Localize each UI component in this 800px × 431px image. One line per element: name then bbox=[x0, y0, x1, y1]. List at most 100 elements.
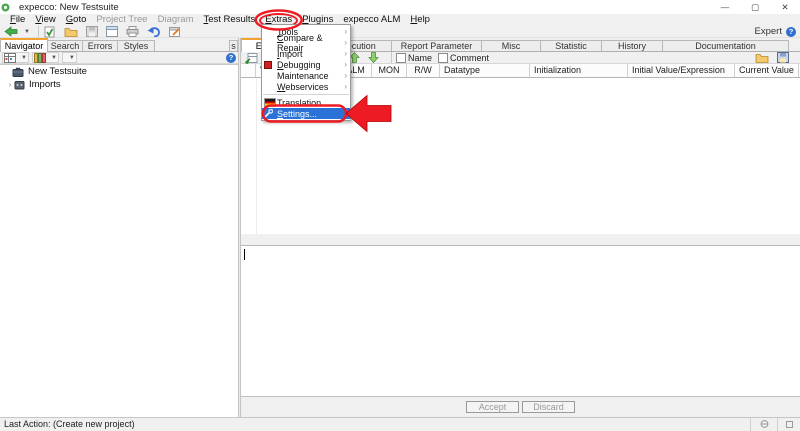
menu-bar: FileViewGotoProject TreeDiagramTest Resu… bbox=[0, 14, 800, 26]
submenu-arrow-icon: › bbox=[344, 82, 347, 91]
close-button[interactable]: ✕ bbox=[770, 0, 800, 14]
back-arrow-icon bbox=[4, 26, 19, 37]
tab-statistic[interactable]: Statistic bbox=[540, 40, 602, 51]
menu-item-label: Import bbox=[277, 49, 303, 59]
connection-status-icon bbox=[750, 418, 777, 431]
toolbar-separator bbox=[391, 52, 392, 63]
table-import-button[interactable] bbox=[244, 52, 262, 64]
new-window-icon bbox=[106, 26, 118, 37]
dropdown-caret-icon: ▼ bbox=[21, 55, 27, 61]
new-window-button[interactable] bbox=[106, 26, 122, 38]
menu-item-maintenance[interactable]: Maintenance › bbox=[262, 70, 350, 81]
new-testsuite-icon bbox=[43, 26, 56, 38]
menubar-item-test-results[interactable]: Test Results bbox=[199, 14, 261, 26]
tab-styles[interactable]: Styles bbox=[117, 40, 155, 51]
tab-report-parameter[interactable]: Report Parameter bbox=[391, 40, 482, 51]
toolbar-separator bbox=[38, 26, 39, 37]
menu-separator bbox=[263, 94, 349, 95]
grid-view-icon bbox=[4, 53, 16, 63]
right-toolbar-file-icons bbox=[755, 52, 797, 64]
tab-errors[interactable]: Errors bbox=[82, 40, 118, 51]
tab-search[interactable]: Search bbox=[47, 40, 83, 51]
tab-history[interactable]: History bbox=[601, 40, 663, 51]
tree-columns-dropdown-button[interactable]: ▼ bbox=[32, 52, 59, 63]
german-flag-icon bbox=[264, 98, 276, 107]
menubar-item-file[interactable]: File bbox=[5, 14, 30, 26]
open-folder-icon bbox=[755, 52, 769, 63]
comment-editor[interactable] bbox=[241, 246, 800, 397]
menu-item-label: Settings... bbox=[277, 109, 317, 119]
submenu-arrow-icon: › bbox=[344, 38, 347, 47]
navigator-toolbar: ▼ ▼ ▼? bbox=[0, 52, 238, 64]
debug-icon bbox=[264, 61, 272, 69]
accept-button[interactable]: Accept bbox=[466, 401, 519, 413]
move-down-button[interactable] bbox=[368, 52, 383, 64]
menubar-item-view[interactable]: View bbox=[30, 14, 60, 26]
expander-icon[interactable]: › bbox=[6, 80, 14, 89]
column-header-row-select[interactable] bbox=[241, 64, 256, 77]
save-file-button[interactable] bbox=[777, 52, 793, 64]
menu-item-label: Translation... bbox=[277, 98, 329, 108]
undo-button[interactable] bbox=[147, 26, 165, 38]
maximize-button[interactable]: ▢ bbox=[740, 0, 770, 14]
column-header-datatype[interactable]: Datatype bbox=[440, 64, 530, 77]
dropdown-caret-icon: ▼ bbox=[51, 55, 57, 61]
menu-item-translation[interactable]: Translation... bbox=[262, 97, 350, 108]
edit-window-button[interactable] bbox=[169, 26, 185, 38]
tab-documentation[interactable]: Documentation bbox=[662, 40, 789, 51]
move-down-icon bbox=[368, 52, 379, 63]
last-action-status: Last Action: (Create new project) bbox=[4, 419, 135, 429]
back-arrow-button[interactable]: ▼ bbox=[4, 26, 30, 38]
menu-item-label: Maintenance bbox=[277, 71, 329, 81]
tab-misc[interactable]: Misc bbox=[481, 40, 541, 51]
column-header-initialization[interactable]: Initialization bbox=[530, 64, 628, 77]
column-header-current-value[interactable]: Current Value bbox=[735, 64, 799, 77]
column-header-r-w[interactable]: R/W bbox=[407, 64, 440, 77]
table-import-icon bbox=[244, 52, 258, 64]
move-up-button[interactable] bbox=[349, 52, 364, 64]
imports-icon bbox=[14, 80, 25, 90]
name-checkbox-box[interactable] bbox=[396, 53, 406, 63]
tree-item-new-testsuite[interactable]: New Testsuite bbox=[0, 65, 238, 78]
left-tab-strip: NavigatorSearchErrorsStyles s bbox=[0, 38, 238, 52]
menu-item-label: Debugging bbox=[277, 60, 321, 70]
menu-item-import[interactable]: Import› bbox=[262, 48, 350, 59]
save-icon bbox=[86, 26, 98, 37]
folder-open-dropdown-button[interactable]: ▼ bbox=[62, 52, 77, 63]
title-bar: expecco: New Testsuite —▢✕ bbox=[0, 0, 800, 14]
tab-partial[interactable]: s bbox=[229, 40, 238, 51]
menubar-item-diagram: Diagram bbox=[153, 14, 199, 26]
tree-item-imports[interactable]: ›Imports bbox=[0, 78, 238, 91]
menubar-item-help[interactable]: Help bbox=[405, 14, 435, 26]
grid-view-dropdown-button[interactable]: ▼ bbox=[2, 52, 29, 63]
discard-button[interactable]: Discard bbox=[522, 401, 575, 413]
resize-grip-icon[interactable] bbox=[777, 418, 800, 431]
menu-item-webservices[interactable]: Webservices› bbox=[262, 81, 350, 92]
print-button[interactable] bbox=[126, 26, 143, 38]
menu-item-settings[interactable]: Settings... bbox=[262, 108, 350, 119]
help-icon[interactable]: ? bbox=[226, 53, 236, 63]
dropdown-caret-icon[interactable]: ▼ bbox=[24, 29, 30, 35]
new-testsuite-button[interactable] bbox=[43, 26, 60, 38]
print-icon bbox=[126, 26, 139, 37]
open-folder-button[interactable] bbox=[755, 52, 773, 64]
column-header-initial-value-expression[interactable]: Initial Value/Expression bbox=[628, 64, 735, 77]
help-icon[interactable]: ? bbox=[786, 27, 796, 37]
column-header-mon[interactable]: MON bbox=[372, 64, 407, 77]
comment-checkbox-box[interactable] bbox=[438, 53, 448, 63]
submenu-arrow-icon: › bbox=[344, 60, 347, 69]
save-file-icon bbox=[777, 52, 789, 63]
status-bar: Last Action: (Create new project) bbox=[0, 417, 800, 430]
open-folder-button[interactable] bbox=[64, 26, 82, 38]
tree-item-label: New Testsuite bbox=[28, 66, 87, 77]
menubar-item-goto[interactable]: Goto bbox=[61, 14, 92, 26]
menu-item-compare-repair[interactable]: Compare & Repair› bbox=[262, 37, 350, 48]
menu-item-debugging[interactable]: Debugging › bbox=[262, 59, 350, 70]
submenu-arrow-icon: › bbox=[344, 71, 347, 80]
name-checkbox[interactable]: Name bbox=[396, 53, 432, 63]
horizontal-splitter[interactable] bbox=[241, 234, 800, 246]
minimize-button[interactable]: — bbox=[710, 0, 740, 14]
tab-navigator[interactable]: Navigator bbox=[0, 38, 48, 52]
comment-checkbox[interactable]: Comment bbox=[438, 53, 489, 63]
testsuite-icon bbox=[12, 67, 24, 77]
